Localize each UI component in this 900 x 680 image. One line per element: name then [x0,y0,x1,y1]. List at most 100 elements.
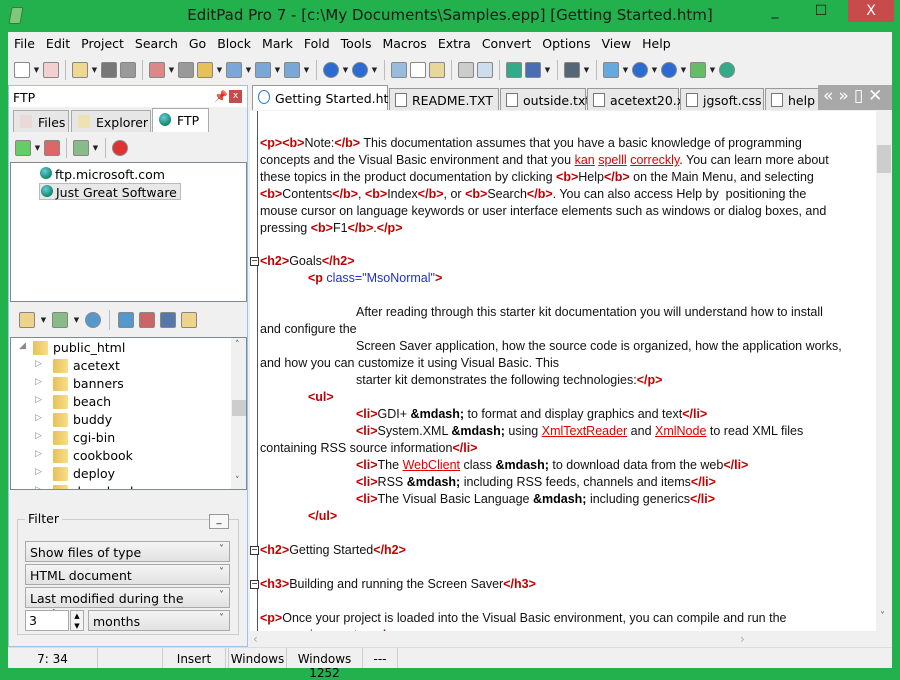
chevron-down-icon[interactable]: ▼ [92,144,99,152]
save-remote-icon[interactable] [160,312,176,328]
tab-outside-txt[interactable]: outside.txt [500,88,590,110]
folder-item[interactable]: ▷ cookbook [35,448,133,466]
undo-icon[interactable] [323,61,339,78]
chevron-down-icon[interactable]: ▼ [544,66,551,74]
chevron-down-icon[interactable]: ▼ [342,66,349,74]
expand-icon[interactable]: ▷ [35,431,42,441]
tab-help[interactable]: help [765,88,825,110]
save-all-icon[interactable] [120,61,136,78]
expand-icon[interactable]: ▷ [35,449,42,459]
scroll-right-icon[interactable]: › [740,632,745,646]
menu-options[interactable]: Options [536,33,595,55]
folder-item[interactable]: ▷ buddy [35,412,112,430]
menu-fold[interactable]: Fold [298,33,335,55]
filter-minimize-button[interactable]: _ [209,514,229,529]
open-folder-icon[interactable] [197,61,213,78]
chevron-down-icon[interactable]: ▼ [40,316,47,324]
tree-root[interactable]: ◢ public_html [19,340,125,358]
collapse-icon[interactable]: ◢ [19,341,26,351]
chevron-down-icon[interactable]: ▼ [303,66,310,74]
encoding[interactable]: Windows 1252 [287,648,363,680]
editor-vertical-scrollbar[interactable]: ˅ [876,111,892,631]
minimize-button[interactable]: _ [752,0,798,22]
paste-icon[interactable] [429,61,445,78]
server-item-selected[interactable]: Just Great Software [39,183,181,200]
expand-icon[interactable]: ▷ [35,467,42,477]
menu-edit[interactable]: Edit [40,33,75,55]
fold-toggle-icon[interactable]: − [250,580,259,589]
folder-item[interactable]: ▷ deploy [35,466,115,484]
insert-mode[interactable]: Insert [163,648,226,668]
tab-explorer[interactable]: Explorer [71,110,151,132]
new-file-icon[interactable] [14,61,30,78]
favorites-icon[interactable] [73,140,89,156]
scroll-down-icon[interactable]: ˅ [235,476,240,486]
menu-go[interactable]: Go [183,33,211,55]
download-icon[interactable] [181,312,197,328]
font-icon[interactable] [564,61,580,78]
amount-spinner[interactable]: ▲ ▼ [70,610,84,631]
menu-tools[interactable]: Tools [335,33,377,55]
menu-search[interactable]: Search [129,33,183,55]
expand-icon[interactable]: ▷ [35,359,42,369]
fold-toggle-icon[interactable]: − [250,257,259,266]
chevron-down-icon[interactable]: ▼ [371,66,378,74]
folder-item[interactable]: ▷ beach [35,394,111,412]
chevron-down-icon[interactable]: ▼ [622,66,629,74]
fold-toggle-icon[interactable]: − [250,546,259,555]
tab-getting-started-htm[interactable]: Getting Started.htm [252,85,401,110]
folder-item[interactable]: ▷ banners [35,376,124,394]
chevron-down-icon[interactable]: ▼ [216,66,223,74]
remove-from-project-icon[interactable] [284,61,300,78]
chevron-down-icon[interactable]: ▼ [680,66,687,74]
close-tab-icon[interactable]: ✕ [868,86,882,109]
back-icon[interactable] [632,61,648,78]
chevron-down-icon[interactable]: ▼ [168,66,175,74]
redo-icon[interactable] [352,61,368,78]
refresh-icon[interactable] [85,312,101,328]
pin-icon[interactable]: 📌 [214,90,228,103]
maximize-button[interactable]: ☐ [798,0,844,22]
menu-project[interactable]: Project [75,33,129,55]
folder-item[interactable]: ▷ cgi-bin [35,430,115,448]
p-icon-icon[interactable] [226,61,242,78]
save-icon[interactable] [101,61,117,78]
chevron-down-icon[interactable]: ▼ [651,66,658,74]
tab-jgsoft-css[interactable]: jgsoft.css [680,88,764,110]
disconnect-icon[interactable] [44,140,60,156]
file-type-select[interactable]: HTML document ˅ [25,564,230,585]
scroll-tabs-left-icon[interactable]: « [823,86,833,109]
folder-item[interactable]: ▷ acetext [35,358,120,376]
chevron-down-icon[interactable]: ▼ [34,144,41,152]
menu-help[interactable]: Help [636,33,676,55]
open-project-icon[interactable] [149,61,165,78]
close-button[interactable]: X [848,0,894,22]
scroll-thumb[interactable] [232,400,246,416]
scroll-left-icon[interactable]: ‹ [253,632,258,646]
editor-horizontal-scrollbar[interactable]: ‹ › [250,631,876,647]
scroll-down-icon[interactable]: ˅ [880,611,885,622]
server-item[interactable]: ftp.microsoft.com [39,166,168,183]
scroll-thumb[interactable] [877,145,891,173]
find-icon[interactable] [458,61,474,78]
tab-readme-txt[interactable]: README.TXT [389,88,499,110]
menu-convert[interactable]: Convert [476,33,536,55]
expand-icon[interactable]: ▷ [35,413,42,423]
forward-icon[interactable] [661,61,677,78]
menu-macros[interactable]: Macros [376,33,431,55]
chevron-down-icon[interactable]: ▼ [73,316,80,324]
chevron-down-icon[interactable]: ▼ [583,66,590,74]
indent-icon[interactable] [506,61,522,78]
chevron-down-icon[interactable]: ▼ [274,66,281,74]
date-mode-select[interactable]: Last modified during the past...˅ [25,587,230,621]
new-file-icon[interactable] [19,312,35,328]
cut-icon[interactable] [391,61,407,78]
clip-icon[interactable] [690,61,706,78]
filter-type-mode-select[interactable]: Show files of type ˅ [25,541,230,562]
menu-mark[interactable]: Mark [256,33,298,55]
find-replace-icon[interactable] [477,61,493,78]
tree-scrollbar[interactable]: ˄ ˅ [231,338,246,489]
line-break-style[interactable]: Windows [229,648,287,668]
folder-item[interactable]: ▷ download [35,484,133,489]
tab-ftp[interactable]: FTP [152,108,209,132]
